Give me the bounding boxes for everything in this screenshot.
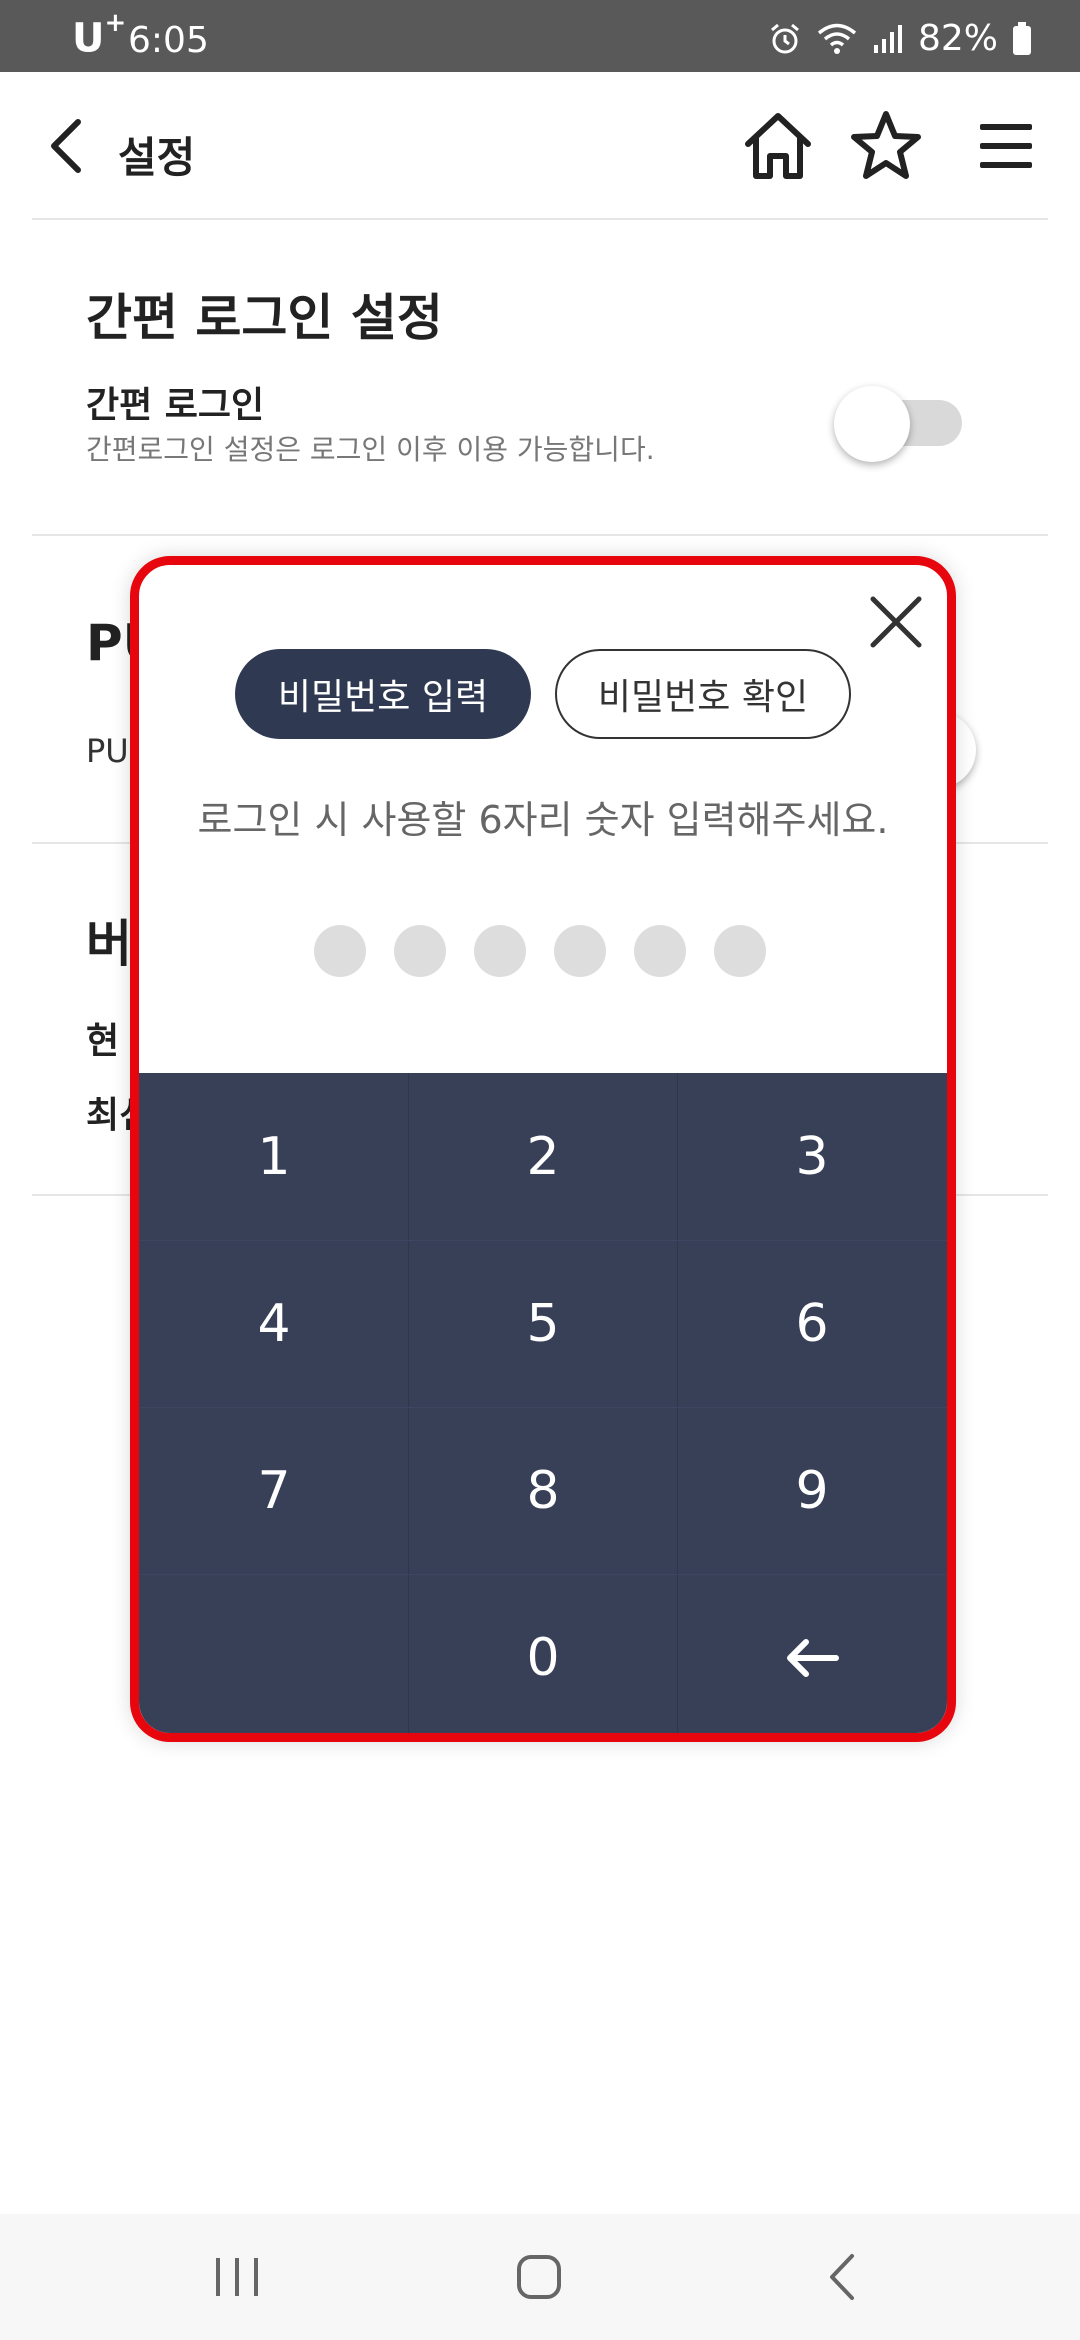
recent-apps-icon[interactable] (202, 2244, 272, 2310)
battery-icon (1013, 21, 1031, 55)
tab-password-confirm[interactable]: 비밀번호 확인 (555, 649, 851, 739)
key-blank (139, 1574, 409, 1733)
numeric-keypad: 1 2 3 4 5 6 7 8 9 0 (139, 1073, 947, 1733)
alarm-icon (771, 23, 799, 53)
home-button-icon[interactable] (504, 2244, 574, 2310)
pin-dot (474, 925, 526, 977)
key-3[interactable]: 3 (677, 1073, 947, 1240)
signal-icon (873, 24, 902, 53)
push-label: PU (86, 732, 129, 770)
key-5[interactable]: 5 (408, 1240, 678, 1407)
pin-instruction: 로그인 시 사용할 6자리 숫자 입력해주세요. (197, 798, 889, 842)
wifi-icon (817, 23, 857, 54)
pin-indicator (314, 925, 774, 977)
page-title: 설정 (118, 133, 196, 182)
menu-icon[interactable] (976, 118, 1036, 174)
simple-login-label: 간편 로그인 (86, 385, 265, 426)
key-1[interactable]: 1 (139, 1073, 409, 1240)
key-4[interactable]: 4 (139, 1240, 409, 1407)
carrier-label: U+ (72, 8, 127, 62)
key-0[interactable]: 0 (408, 1574, 678, 1733)
pin-dot (554, 925, 606, 977)
backspace-arrow-icon (787, 1638, 839, 1677)
key-9[interactable]: 9 (677, 1407, 947, 1574)
pin-dot (634, 925, 686, 977)
pin-dot (314, 925, 366, 977)
section-divider (32, 534, 1048, 536)
pin-dot (714, 925, 766, 977)
back-arrow-icon[interactable] (40, 116, 96, 176)
key-backspace[interactable] (677, 1574, 947, 1733)
app-header: 설정 (0, 72, 1080, 218)
current-version-label: 현 (86, 1021, 120, 1062)
key-6[interactable]: 6 (677, 1240, 947, 1407)
system-navigation-bar (0, 2214, 1080, 2340)
battery-percent: 82% (917, 18, 998, 59)
clock: 6:05 (128, 20, 209, 61)
toggle-knob (834, 386, 910, 462)
pin-entry-modal: 비밀번호 입력 비밀번호 확인 로그인 시 사용할 6자리 숫자 입력해주세요.… (130, 556, 956, 1742)
star-icon[interactable] (848, 108, 924, 184)
simple-login-description: 간편로그인 설정은 로그인 이후 이용 가능합니다. (86, 433, 655, 466)
tab-password-input[interactable]: 비밀번호 입력 (235, 649, 531, 739)
status-bar: U+ 6:05 82% (0, 0, 1080, 72)
home-icon[interactable] (740, 108, 816, 184)
simple-login-section-title: 간편 로그인 설정 (86, 289, 443, 347)
pin-dot (394, 925, 446, 977)
back-button-icon[interactable] (808, 2244, 878, 2310)
simple-login-toggle[interactable] (834, 386, 964, 462)
close-icon[interactable] (867, 593, 925, 651)
key-8[interactable]: 8 (408, 1407, 678, 1574)
key-7[interactable]: 7 (139, 1407, 409, 1574)
key-2[interactable]: 2 (408, 1073, 678, 1240)
version-section-title: 버 (86, 915, 132, 973)
header-divider (32, 218, 1048, 220)
